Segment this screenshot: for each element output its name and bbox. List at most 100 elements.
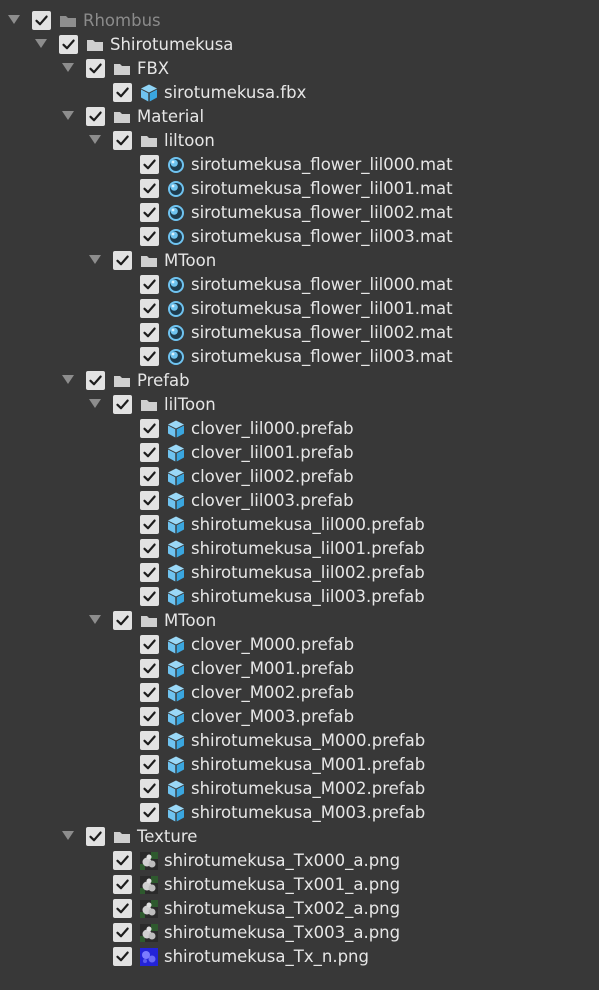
tree-row-prefab[interactable]: shirotumekusa_lil002.prefab (0, 561, 599, 585)
tree-row-folder[interactable]: Rhombus (0, 9, 599, 33)
tree-row-prefab[interactable]: clover_M001.prefab (0, 657, 599, 681)
include-checkbox[interactable] (86, 827, 105, 846)
include-checkbox[interactable] (113, 131, 132, 150)
tree-item-label: sirotumekusa_flower_lil000.mat (191, 275, 453, 294)
tree-item-label: MToon (164, 251, 217, 270)
include-checkbox[interactable] (140, 443, 159, 462)
include-checkbox[interactable] (32, 11, 51, 30)
tree-row-prefab[interactable]: shirotumekusa_lil003.prefab (0, 585, 599, 609)
material-icon (166, 179, 186, 199)
tree-row-folder[interactable]: FBX (0, 57, 599, 81)
include-checkbox[interactable] (140, 707, 159, 726)
expand-arrow-icon[interactable] (62, 63, 74, 72)
tree-row-material[interactable]: sirotumekusa_flower_lil003.mat (0, 345, 599, 369)
texture-icon (139, 923, 159, 943)
tree-row-folder[interactable]: lilToon (0, 393, 599, 417)
include-checkbox[interactable] (113, 251, 132, 270)
include-checkbox[interactable] (140, 563, 159, 582)
tree-row-material[interactable]: sirotumekusa_flower_lil001.mat (0, 177, 599, 201)
tree-row-folder[interactable]: Prefab (0, 369, 599, 393)
include-checkbox[interactable] (140, 587, 159, 606)
include-checkbox[interactable] (113, 851, 132, 870)
include-checkbox[interactable] (140, 755, 159, 774)
include-checkbox[interactable] (140, 203, 159, 222)
include-checkbox[interactable] (140, 299, 159, 318)
tree-row-folder[interactable]: Texture (0, 825, 599, 849)
tree-row-texture[interactable]: shirotumekusa_Tx002_a.png (0, 897, 599, 921)
include-checkbox[interactable] (59, 35, 78, 54)
prefab-icon (166, 563, 186, 583)
tree-row-texture[interactable]: shirotumekusa_Tx001_a.png (0, 873, 599, 897)
tree-row-material[interactable]: sirotumekusa_flower_lil002.mat (0, 201, 599, 225)
tree-row-material[interactable]: sirotumekusa_flower_lil001.mat (0, 297, 599, 321)
tree-row-prefab[interactable]: clover_M003.prefab (0, 705, 599, 729)
tree-row-material[interactable]: sirotumekusa_flower_lil003.mat (0, 225, 599, 249)
expand-arrow-icon[interactable] (89, 399, 101, 408)
include-checkbox[interactable] (140, 347, 159, 366)
tree-row-prefab[interactable]: clover_lil001.prefab (0, 441, 599, 465)
include-checkbox[interactable] (140, 539, 159, 558)
tree-item-label: shirotumekusa_M001.prefab (191, 755, 426, 774)
tree-row-prefab[interactable]: clover_lil000.prefab (0, 417, 599, 441)
include-checkbox[interactable] (140, 179, 159, 198)
tree-row-material[interactable]: sirotumekusa_flower_lil000.mat (0, 273, 599, 297)
include-checkbox[interactable] (113, 83, 132, 102)
tree-row-material[interactable]: sirotumekusa_flower_lil002.mat (0, 321, 599, 345)
expand-arrow-icon[interactable] (35, 39, 47, 48)
include-checkbox[interactable] (140, 155, 159, 174)
tree-row-folder[interactable]: Material (0, 105, 599, 129)
include-checkbox[interactable] (140, 659, 159, 678)
folder-icon (112, 59, 132, 79)
include-checkbox[interactable] (113, 899, 132, 918)
include-checkbox[interactable] (86, 107, 105, 126)
expand-arrow-icon[interactable] (8, 15, 20, 24)
include-checkbox[interactable] (140, 779, 159, 798)
include-checkbox[interactable] (113, 947, 132, 966)
include-checkbox[interactable] (86, 59, 105, 78)
expand-arrow-icon[interactable] (89, 255, 101, 264)
expand-arrow-icon[interactable] (62, 111, 74, 120)
include-checkbox[interactable] (113, 395, 132, 414)
tree-row-normal-texture[interactable]: shirotumekusa_Tx_n.png (0, 945, 599, 969)
include-checkbox[interactable] (140, 683, 159, 702)
folder-icon (112, 107, 132, 127)
include-checkbox[interactable] (140, 467, 159, 486)
tree-row-folder[interactable]: liltoon (0, 129, 599, 153)
include-checkbox[interactable] (140, 227, 159, 246)
expand-arrow-icon[interactable] (89, 135, 101, 144)
material-icon (166, 323, 186, 343)
include-checkbox[interactable] (113, 875, 132, 894)
include-checkbox[interactable] (140, 491, 159, 510)
include-checkbox[interactable] (140, 419, 159, 438)
tree-row-prefab[interactable]: shirotumekusa_lil001.prefab (0, 537, 599, 561)
tree-row-folder[interactable]: MToon (0, 249, 599, 273)
tree-row-prefab[interactable]: clover_lil002.prefab (0, 465, 599, 489)
tree-row-prefab[interactable]: shirotumekusa_M000.prefab (0, 729, 599, 753)
tree-row-prefab[interactable]: shirotumekusa_M003.prefab (0, 801, 599, 825)
include-checkbox[interactable] (113, 611, 132, 630)
expand-arrow-icon[interactable] (89, 615, 101, 624)
tree-row-prefab[interactable]: shirotumekusa_lil000.prefab (0, 513, 599, 537)
tree-row-fbx[interactable]: sirotumekusa.fbx (0, 81, 599, 105)
include-checkbox[interactable] (86, 371, 105, 390)
include-checkbox[interactable] (140, 323, 159, 342)
tree-row-prefab[interactable]: clover_M000.prefab (0, 633, 599, 657)
tree-row-prefab[interactable]: clover_lil003.prefab (0, 489, 599, 513)
tree-row-texture[interactable]: shirotumekusa_Tx003_a.png (0, 921, 599, 945)
tree-row-prefab[interactable]: shirotumekusa_M001.prefab (0, 753, 599, 777)
tree-row-folder[interactable]: MToon (0, 609, 599, 633)
tree-row-prefab[interactable]: clover_M002.prefab (0, 681, 599, 705)
include-checkbox[interactable] (113, 923, 132, 942)
include-checkbox[interactable] (140, 731, 159, 750)
tree-row-texture[interactable]: shirotumekusa_Tx000_a.png (0, 849, 599, 873)
include-checkbox[interactable] (140, 275, 159, 294)
expand-arrow-icon[interactable] (62, 831, 74, 840)
include-checkbox[interactable] (140, 635, 159, 654)
expand-arrow-icon[interactable] (62, 375, 74, 384)
material-icon (166, 299, 186, 319)
include-checkbox[interactable] (140, 803, 159, 822)
tree-row-material[interactable]: sirotumekusa_flower_lil000.mat (0, 153, 599, 177)
tree-row-folder[interactable]: Shirotumekusa (0, 33, 599, 57)
tree-row-prefab[interactable]: shirotumekusa_M002.prefab (0, 777, 599, 801)
include-checkbox[interactable] (140, 515, 159, 534)
